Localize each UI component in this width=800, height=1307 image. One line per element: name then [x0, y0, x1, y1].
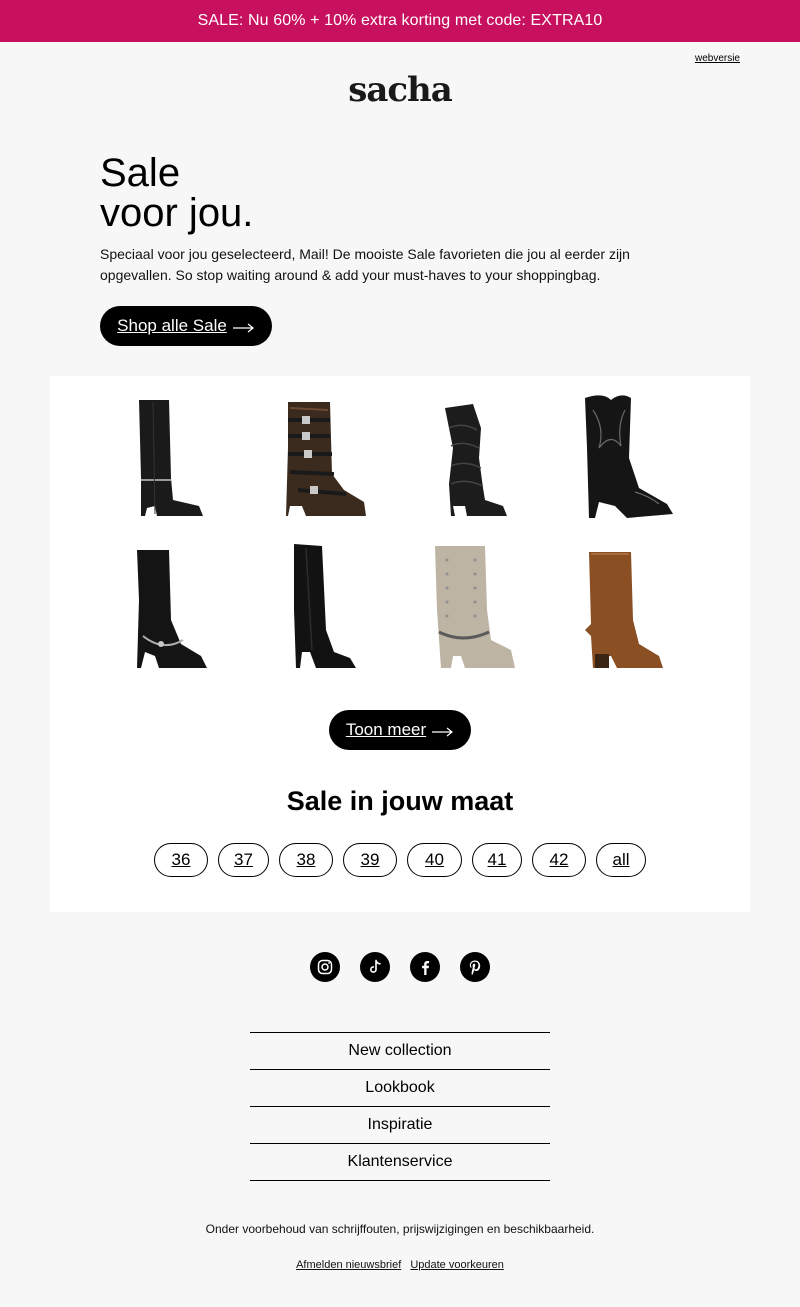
product-bronze-buckle-boot[interactable] [250, 388, 400, 528]
unsubscribe-link[interactable]: Afmelden nieuwsbrief [296, 1259, 401, 1271]
footer-links: Afmelden nieuwsbrief Update voorkeuren [0, 1259, 800, 1271]
black-zip-knee-boot-image [139, 400, 203, 516]
hero-title: Sale voor jou. [100, 153, 253, 233]
promo-banner-text: SALE: Nu 60% + 10% extra korting met cod… [197, 12, 603, 29]
size-chip-38[interactable]: 38 [279, 843, 333, 877]
black-tall-boot-image [294, 544, 356, 668]
hero-title-line2: voor jou. [100, 191, 254, 235]
footer-navigation: New collection Lookbook Inspiratie Klant… [250, 1032, 550, 1181]
black-harness-boot-image [137, 550, 207, 668]
facebook-icon[interactable] [410, 952, 440, 982]
footer-link-klantenservice[interactable]: Klantenservice [250, 1144, 550, 1181]
size-chip-40[interactable]: 40 [407, 843, 462, 877]
size-section-title: Sale in jouw maat [286, 786, 514, 816]
pinterest-icon[interactable] [460, 952, 490, 982]
size-chip-42[interactable]: 42 [532, 843, 586, 877]
footer-link-inspiratie[interactable]: Inspiratie [250, 1107, 550, 1144]
cognac-suede-boot-image [585, 552, 663, 668]
footer-disclaimer: Onder voorbehoud van schrijffouten, prij… [205, 1222, 595, 1236]
arrow-right-icon [232, 323, 255, 333]
footer-link-lookbook[interactable]: Lookbook [250, 1070, 550, 1107]
product-black-zip-knee-boot[interactable] [97, 388, 247, 528]
sacha-logo[interactable]: sacha [0, 70, 800, 110]
product-black-western-boot[interactable] [555, 388, 705, 528]
beige-studded-boot-image [435, 546, 515, 668]
arrow-right-icon [432, 727, 454, 737]
product-black-tall-boot[interactable] [250, 540, 400, 680]
update-preferences-link[interactable]: Update voorkeuren [410, 1259, 504, 1271]
hero-title-line1: Sale [100, 151, 181, 195]
promo-banner[interactable]: SALE: Nu 60% + 10% extra korting met cod… [0, 0, 800, 42]
show-more-button-label: Toon meer [345, 720, 427, 739]
product-black-harness-boot[interactable] [97, 540, 247, 680]
size-chip-37[interactable]: 37 [218, 843, 269, 877]
tiktok-icon[interactable] [360, 952, 390, 982]
size-chip-41[interactable]: 41 [472, 843, 522, 877]
hero-description: Speciaal voor jou geselecteerd, Mail! De… [100, 246, 630, 283]
size-chip-all[interactable]: all [596, 843, 646, 877]
footer-link-new-collection[interactable]: New collection [250, 1033, 550, 1070]
show-more-button[interactable]: Toon meer [329, 710, 471, 750]
size-chip-36[interactable]: 36 [154, 843, 208, 877]
shop-sale-button-label: Shop alle Sale [117, 316, 227, 335]
shop-sale-button[interactable]: Shop alle Sale [100, 306, 272, 346]
product-cognac-suede-boot[interactable] [555, 540, 705, 680]
black-slouch-boot-image [445, 404, 507, 516]
product-beige-studded-boot[interactable] [403, 540, 553, 680]
black-western-boot-image [585, 395, 673, 518]
webversie-link[interactable]: webversie [695, 53, 740, 64]
size-chip-39[interactable]: 39 [343, 843, 397, 877]
product-black-slouch-boot[interactable] [403, 388, 553, 528]
bronze-buckle-biker-boot-image [286, 402, 366, 516]
instagram-icon[interactable] [310, 952, 340, 982]
